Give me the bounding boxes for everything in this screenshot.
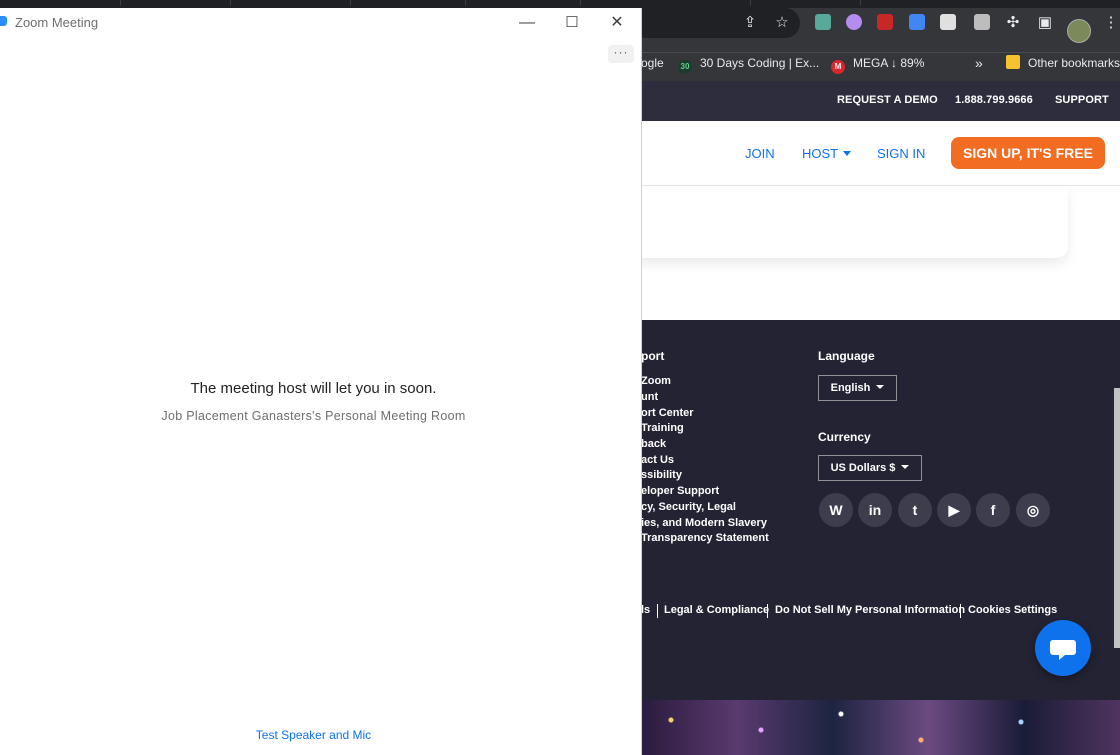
divider: [657, 604, 658, 618]
language-select[interactable]: English: [818, 375, 897, 401]
footer-link[interactable]: Zoom: [641, 375, 671, 387]
language-heading: Language: [818, 349, 875, 363]
share-icon[interactable]: ⇪: [741, 14, 759, 32]
sidebar-icon[interactable]: ▣: [1036, 14, 1054, 32]
currency-heading: Currency: [818, 430, 871, 444]
page-scrollbar[interactable]: [1114, 388, 1120, 648]
bookmark-item[interactable]: 30 30 Days Coding | Ex...: [678, 54, 819, 74]
tab-strip[interactable]: [0, 0, 1120, 8]
footer-link[interactable]: Transparency Statement: [641, 532, 769, 544]
footer-link[interactable]: ssibility: [641, 469, 682, 481]
host-dropdown[interactable]: HOST: [802, 146, 852, 161]
translate-icon[interactable]: [909, 14, 925, 30]
footer-link[interactable]: back: [641, 438, 666, 450]
wordpress-icon[interactable]: W: [819, 493, 853, 527]
extension-icon[interactable]: [846, 14, 862, 30]
linkedin-icon[interactable]: in: [858, 493, 892, 527]
extension-icon[interactable]: [877, 14, 893, 30]
twitter-icon[interactable]: t: [898, 493, 932, 527]
zoom-site-topbar: REQUEST A DEMO 1.888.799.9666 SUPPORT: [641, 81, 1120, 121]
footer-link[interactable]: cy, Security, Legal: [641, 501, 736, 513]
sign-in-link[interactable]: SIGN IN: [877, 146, 925, 161]
sign-up-button[interactable]: SIGN UP, IT'S FREE: [951, 137, 1105, 169]
profile-avatar[interactable]: [1067, 19, 1091, 43]
footer-link[interactable]: unt: [641, 391, 658, 403]
chat-button[interactable]: [1035, 620, 1091, 676]
more-options-button[interactable]: ···: [608, 45, 634, 63]
extension-icon[interactable]: [940, 14, 956, 30]
divider: [960, 604, 961, 618]
puzzle-icon[interactable]: ✣: [1004, 14, 1022, 32]
meeting-room-name: Job Placement Ganasters's Personal Meeti…: [161, 409, 466, 423]
minimize-button[interactable]: —: [512, 12, 542, 34]
bookmarks-overflow-button[interactable]: »: [975, 54, 983, 72]
caret-down-icon: [843, 151, 852, 156]
folder-icon: [1006, 55, 1020, 69]
star-icon[interactable]: ☆: [773, 14, 791, 32]
close-button[interactable]: ✕: [602, 12, 632, 34]
support-link[interactable]: SUPPORT: [1055, 94, 1109, 106]
do-not-sell-link[interactable]: Do Not Sell My Personal Information: [775, 604, 965, 616]
bookmark-item[interactable]: ogle: [641, 54, 664, 72]
support-heading: port: [641, 349, 665, 363]
footer-link[interactable]: Training: [641, 422, 684, 434]
chat-bubble-icon: [1050, 640, 1076, 660]
divider: [767, 604, 768, 618]
join-link[interactable]: JOIN: [745, 146, 775, 161]
phone-link[interactable]: 1.888.799.9666: [955, 94, 1033, 106]
footer-link[interactable]: ort Center: [641, 407, 694, 419]
facebook-icon[interactable]: f: [976, 493, 1010, 527]
caret-down-icon: [876, 385, 885, 389]
menu-icon[interactable]: ⋮: [1102, 14, 1120, 32]
test-speaker-mic-link[interactable]: Test Speaker and Mic: [0, 728, 627, 742]
footer-link[interactable]: eloper Support: [641, 485, 719, 497]
waiting-message: The meeting host will let you in soon.: [190, 380, 437, 397]
footer-link[interactable]: act Us: [641, 454, 674, 466]
bookmark-favicon: 30: [678, 60, 692, 74]
mega-favicon: M: [831, 60, 845, 74]
legal-link[interactable]: ls: [641, 604, 650, 616]
zoom-meeting-window: Zoom Meeting — ☐ ✕ ··· The meeting host …: [0, 8, 642, 755]
request-demo-link[interactable]: REQUEST A DEMO: [837, 94, 938, 106]
other-bookmarks[interactable]: Other bookmarks: [1006, 54, 1120, 72]
youtube-icon[interactable]: ▶: [937, 493, 971, 527]
currency-select[interactable]: US Dollars $: [818, 455, 922, 481]
caret-down-icon: [901, 465, 910, 469]
extension-icon[interactable]: [815, 14, 831, 30]
bookmark-item[interactable]: M MEGA ↓ 89%: [831, 54, 924, 74]
maximize-button[interactable]: ☐: [557, 12, 587, 34]
city-banner-image: [641, 700, 1120, 755]
cookies-settings-link[interactable]: Cookies Settings: [968, 604, 1057, 616]
window-title: Zoom Meeting: [15, 15, 99, 30]
zoom-logo-icon: [0, 16, 7, 26]
content-card: [600, 186, 1068, 258]
extension-icon[interactable]: [974, 14, 990, 30]
instagram-icon[interactable]: ◎: [1016, 493, 1050, 527]
footer-link[interactable]: ies, and Modern Slavery: [641, 517, 767, 529]
legal-compliance-link[interactable]: Legal & Compliance: [664, 604, 769, 616]
